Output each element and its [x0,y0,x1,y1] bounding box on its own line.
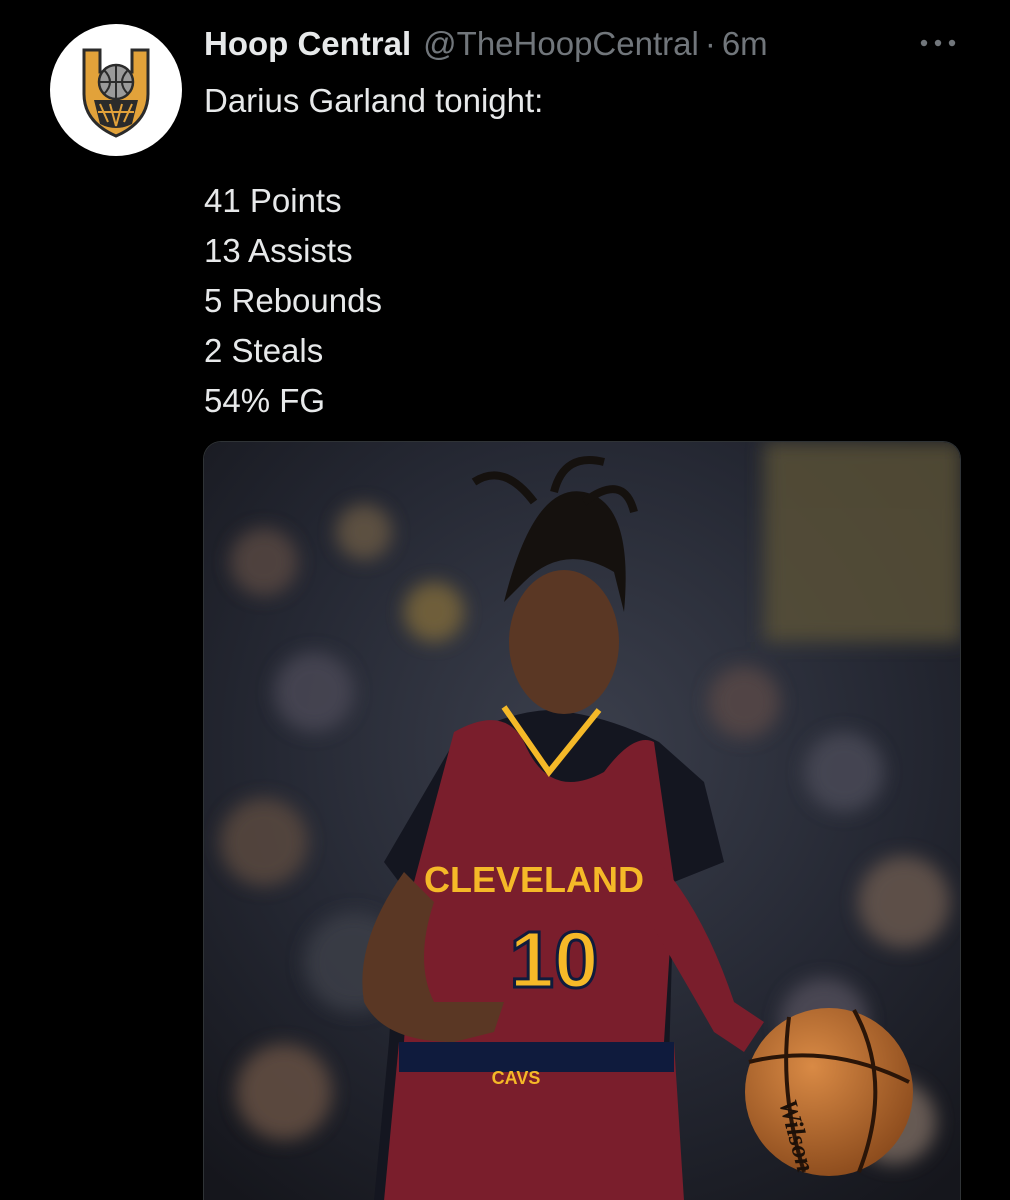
hoop-central-logo [82,48,150,138]
more-options-button[interactable] [916,28,960,58]
more-horizontal-icon [920,39,956,47]
tweet-timestamp[interactable]: 6m [722,22,768,66]
stat-line: 54% FG [204,382,326,419]
header-separator: · [704,25,716,62]
stat-line: 13 Assists [204,232,353,269]
jersey-number: 10 [510,915,599,1004]
author-display-name[interactable]: Hoop Central [204,22,411,66]
stat-line: 41 Points [204,182,342,219]
jersey-wordmark: CLEVELAND [424,859,644,900]
author-avatar[interactable] [50,24,182,156]
tweet-photo[interactable]: CLEVELAND 10 CAVS Wilson [203,441,961,1200]
tweet[interactable]: Hoop Central @TheHoopCentral · 6m Darius… [0,0,1010,1200]
stat-line: 2 Steals [204,332,324,369]
tweet-intro: Darius Garland tonight: [204,82,544,119]
player-photo: CLEVELAND 10 CAVS Wilson [204,442,960,1200]
author-handle[interactable]: @TheHoopCentral [423,22,699,66]
tweet-text: Darius Garland tonight: 41 Points 13 Ass… [204,76,543,426]
tweet-header: Hoop Central @TheHoopCentral · 6m [204,22,768,66]
stat-line: 5 Rebounds [204,282,382,319]
waistband-text: CAVS [492,1068,541,1088]
